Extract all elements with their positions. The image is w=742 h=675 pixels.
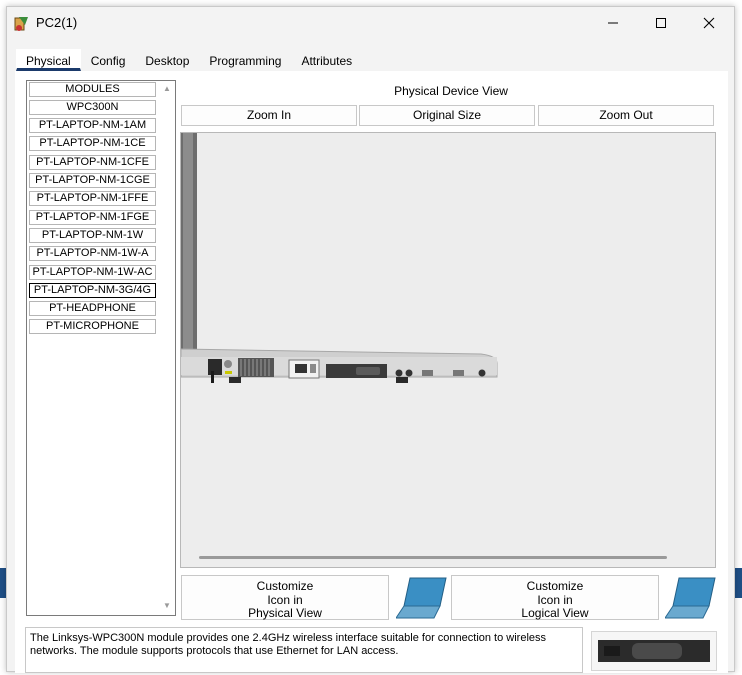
tab-bar: Physical Config Desktop Programming Attr… (16, 49, 363, 71)
module-item-1cfe[interactable]: PT-LAPTOP-NM-1CFE (29, 155, 156, 170)
maximize-button[interactable] (637, 7, 685, 39)
module-thumbnail-image (598, 640, 710, 662)
original-size-button[interactable]: Original Size (359, 105, 535, 126)
desktop-background-right (735, 568, 742, 598)
customize-physical-line-3: Physical View (248, 606, 322, 620)
module-description: The Linksys-WPC300N module provides one … (25, 627, 583, 673)
modules-list[interactable]: MODULES WPC300N PT-LAPTOP-NM-1AM PT-LAPT… (26, 80, 176, 616)
module-item-wpc300n[interactable]: WPC300N (29, 100, 156, 115)
module-item-headphone[interactable]: PT-HEADPHONE (29, 301, 156, 316)
module-item-3g4g[interactable]: PT-LAPTOP-NM-3G/4G (29, 283, 156, 298)
module-item-microphone[interactable]: PT-MICROPHONE (29, 319, 156, 334)
customize-physical-line-2: Icon in (267, 592, 303, 607)
title-bar[interactable]: PC2(1) (7, 7, 734, 39)
module-item-1am[interactable]: PT-LAPTOP-NM-1AM (29, 118, 156, 133)
minimize-icon (608, 22, 618, 24)
tab-programming[interactable]: Programming (199, 49, 292, 71)
module-item-1cge[interactable]: PT-LAPTOP-NM-1CGE (29, 173, 156, 188)
customize-logical-line-2: Icon in (537, 592, 573, 607)
tab-attributes[interactable]: Attributes (291, 49, 363, 71)
physical-tab-content: MODULES WPC300N PT-LAPTOP-NM-1AM PT-LAPT… (15, 71, 728, 673)
minimize-button[interactable] (589, 7, 637, 39)
module-item-1w-a[interactable]: PT-LAPTOP-NM-1W-A (29, 246, 156, 261)
customize-logical-line-3: Logical View (521, 606, 589, 620)
packet-tracer-icon (14, 17, 28, 31)
laptop-logical-icon (665, 577, 716, 619)
horizontal-scrollbar[interactable] (199, 556, 667, 559)
module-item-1ffe[interactable]: PT-LAPTOP-NM-1FFE (29, 191, 156, 206)
zoom-in-button[interactable]: Zoom In (181, 105, 357, 126)
module-item-1ce[interactable]: PT-LAPTOP-NM-1CE (29, 136, 156, 151)
customize-physical-line-1: Customize (256, 579, 314, 593)
zoom-out-button[interactable]: Zoom Out (538, 105, 714, 126)
device-window: PC2(1) Physical Config Desktop Programmi… (6, 6, 735, 673)
customize-logical-icon-button[interactable]: Customize Icon in Logical View (451, 575, 659, 620)
laptop-physical-icon (396, 577, 447, 619)
customize-physical-icon-button[interactable]: Customize Icon in Physical View (181, 575, 389, 620)
module-item-1w[interactable]: PT-LAPTOP-NM-1W (29, 228, 156, 243)
module-thumbnail (591, 631, 717, 671)
modules-header: MODULES (29, 82, 156, 97)
module-item-1fge[interactable]: PT-LAPTOP-NM-1FGE (29, 210, 156, 225)
tab-config[interactable]: Config (80, 49, 136, 71)
close-button[interactable] (685, 7, 733, 39)
scroll-down-arrow-icon[interactable]: ▼ (161, 601, 173, 611)
maximize-icon (656, 18, 666, 28)
window-title: PC2(1) (36, 15, 78, 30)
physical-device-viewport[interactable] (180, 132, 716, 568)
device-view-title: Physical Device View (394, 84, 508, 98)
close-icon (703, 17, 715, 29)
tab-physical[interactable]: Physical (16, 49, 81, 71)
module-item-1w-ac[interactable]: PT-LAPTOP-NM-1W-AC (29, 265, 156, 280)
tab-desktop[interactable]: Desktop (135, 49, 200, 71)
laptop-side-view (181, 133, 498, 383)
scroll-up-arrow-icon[interactable]: ▲ (161, 84, 173, 94)
customize-logical-line-1: Customize (526, 579, 584, 593)
